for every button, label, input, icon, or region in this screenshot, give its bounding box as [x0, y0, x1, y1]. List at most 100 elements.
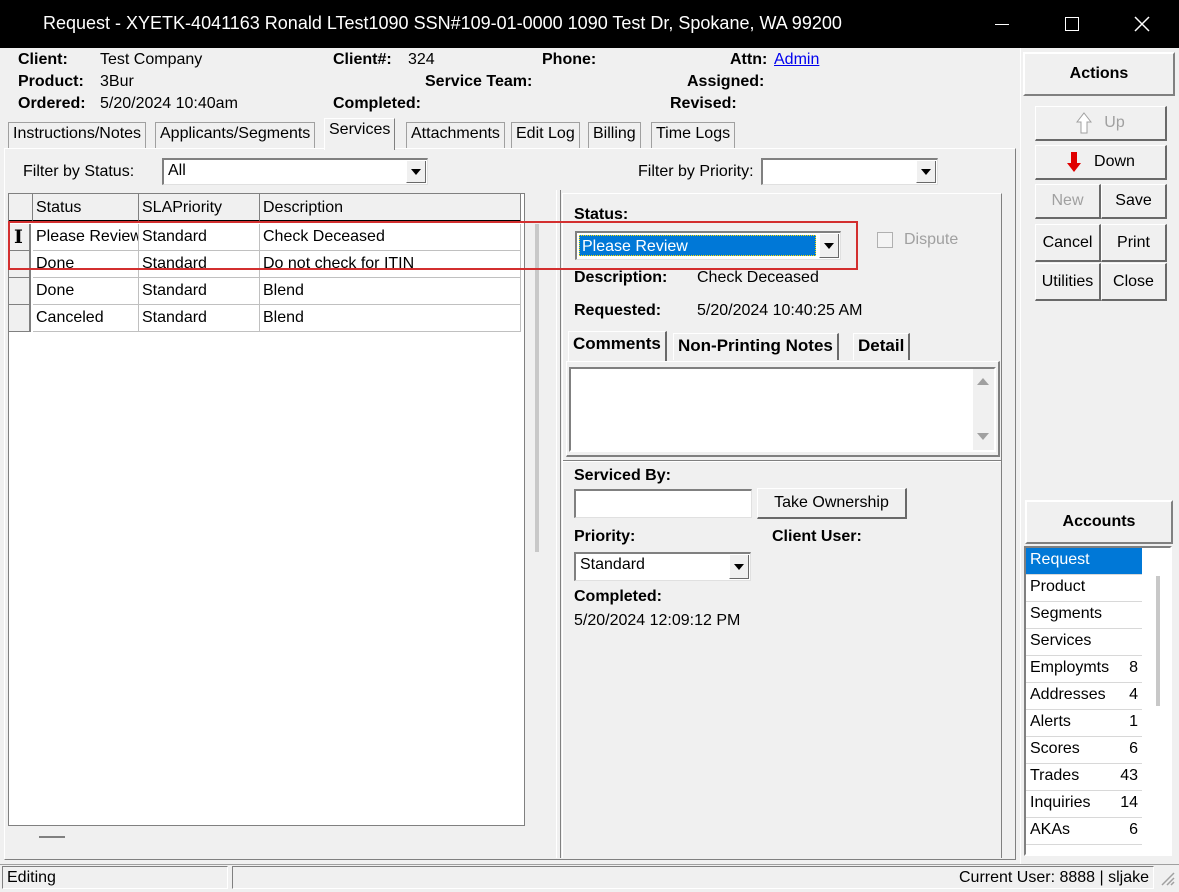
column-header-status[interactable]: Status	[33, 194, 139, 222]
tab-time-logs[interactable]: Time Logs	[651, 122, 736, 148]
filter-priority-dropdown[interactable]	[761, 158, 938, 185]
close-button[interactable]: Close	[1101, 263, 1167, 301]
accounts-item-label: Employmts	[1030, 659, 1110, 676]
table-cell-status[interactable]: Canceled	[33, 305, 139, 332]
priority-dropdown[interactable]: Standard	[574, 552, 751, 581]
save-button[interactable]: Save	[1101, 184, 1167, 219]
maximize-button[interactable]	[1037, 0, 1107, 48]
grid-scrollbar[interactable]	[535, 224, 539, 552]
serviced-by-label: Serviced By:	[574, 467, 671, 484]
priority-dropdown-value: Standard	[580, 556, 645, 573]
down-button[interactable]: Down	[1035, 145, 1167, 180]
window-title: Request - XYETK-4041163 Ronald LTest1090…	[43, 13, 842, 33]
table-cell-status[interactable]: Please Review	[33, 224, 139, 251]
tab-comments[interactable]: Comments	[568, 331, 667, 362]
tab-services[interactable]: Services	[324, 118, 396, 150]
accounts-item-scores[interactable]: Scores 6	[1026, 737, 1142, 764]
row-selector[interactable]	[9, 278, 31, 305]
accounts-item-addresses[interactable]: Addresses 4	[1026, 683, 1142, 710]
accounts-item-inquiries[interactable]: Inquiries 14	[1026, 791, 1142, 818]
accounts-list[interactable]: Request Product Segments Services Employ…	[1024, 546, 1172, 856]
grid-resize-handle[interactable]	[39, 836, 65, 838]
cancel-button[interactable]: Cancel	[1035, 224, 1101, 262]
dropdown-arrow-icon[interactable]	[729, 555, 749, 579]
row-selector[interactable]: I	[9, 224, 31, 251]
accounts-item-services[interactable]: Services	[1026, 629, 1142, 656]
tab-applicants-segments[interactable]: Applicants/Segments	[155, 122, 316, 148]
tab-attachments[interactable]: Attachments	[406, 122, 505, 148]
table-cell-priority[interactable]: Standard	[139, 305, 260, 332]
table-cell-status[interactable]: Done	[33, 251, 139, 278]
client-value: Test Company	[100, 51, 203, 68]
dropdown-arrow-icon[interactable]	[916, 161, 936, 183]
table-cell-priority[interactable]: Standard	[139, 278, 260, 305]
accounts-item-count: 43	[1120, 767, 1138, 784]
serviced-by-input[interactable]	[574, 489, 752, 518]
title-bar: Request - XYETK-4041163 Ronald LTest1090…	[0, 0, 1179, 48]
detail-panel	[562, 193, 1002, 858]
tab-detail[interactable]: Detail	[853, 333, 911, 360]
tab-non-printing-notes[interactable]: Non-Printing Notes	[673, 333, 839, 360]
accounts-item-segments[interactable]: Segments	[1026, 602, 1142, 629]
table-cell-description[interactable]: Check Deceased	[260, 224, 521, 251]
description-label: Description:	[574, 269, 668, 286]
table-cell-priority[interactable]: Standard	[139, 224, 260, 251]
up-button[interactable]: Up	[1035, 106, 1167, 141]
attn-admin-link[interactable]: Admin	[774, 51, 819, 69]
dispute-checkbox[interactable]	[877, 232, 893, 248]
dispute-label: Dispute	[904, 231, 959, 248]
comments-textarea[interactable]	[569, 367, 996, 452]
utilities-button[interactable]: Utilities	[1035, 263, 1101, 301]
accounts-item-label: Alerts	[1030, 713, 1071, 730]
dropdown-arrow-icon[interactable]	[406, 161, 426, 183]
accounts-item-alerts[interactable]: Alerts 1	[1026, 710, 1142, 737]
assigned-label: Assigned:	[687, 73, 765, 90]
client-label: Client:	[18, 51, 68, 68]
comments-scrollbar[interactable]	[973, 369, 994, 450]
minimize-button[interactable]	[967, 0, 1037, 48]
filter-priority-label: Filter by Priority:	[638, 163, 754, 180]
section-divider	[563, 460, 1001, 462]
column-header-sla-priority[interactable]: SLAPriority	[139, 194, 260, 222]
vertical-splitter[interactable]	[556, 190, 561, 858]
detail-completed-label: Completed:	[574, 588, 662, 605]
accounts-item-count: 14	[1120, 794, 1138, 811]
requested-label: Requested:	[574, 302, 662, 319]
row-selector[interactable]	[9, 251, 31, 278]
print-button[interactable]: Print	[1101, 224, 1167, 262]
table-cell-priority[interactable]: Standard	[139, 251, 260, 278]
column-header-description[interactable]: Description	[260, 194, 521, 222]
take-ownership-button[interactable]: Take Ownership	[757, 488, 907, 519]
new-button[interactable]: New	[1035, 184, 1101, 219]
text-cursor-icon: I	[14, 226, 23, 248]
table-cell-description[interactable]: Do not check for ITIN	[260, 251, 521, 278]
completed-label: Completed:	[333, 95, 421, 112]
services-grid[interactable]: Status SLAPriority Description I Please …	[8, 193, 525, 838]
scroll-down-icon[interactable]	[976, 432, 990, 442]
status-dropdown[interactable]: Please Review	[575, 231, 841, 260]
row-selector[interactable]	[9, 305, 31, 332]
scroll-up-icon[interactable]	[976, 376, 990, 386]
dropdown-arrow-icon[interactable]	[819, 234, 839, 258]
table-cell-description[interactable]: Blend	[260, 278, 521, 305]
accounts-item-akas[interactable]: AKAs 6	[1026, 818, 1142, 845]
close-window-button[interactable]	[1107, 0, 1177, 48]
accounts-item-employments[interactable]: Employmts 8	[1026, 656, 1142, 683]
accounts-item-label: AKAs	[1030, 821, 1071, 838]
table-cell-status[interactable]: Done	[33, 278, 139, 305]
accounts-item-trades[interactable]: Trades 43	[1026, 764, 1142, 791]
attn-label: Attn:	[730, 51, 768, 68]
table-cell-description[interactable]: Blend	[260, 305, 521, 332]
accounts-item-product[interactable]: Product	[1026, 575, 1142, 602]
resize-grip[interactable]	[1158, 869, 1176, 887]
tab-edit-log[interactable]: Edit Log	[511, 122, 580, 148]
tab-billing[interactable]: Billing	[588, 122, 641, 148]
description-value: Check Deceased	[697, 269, 819, 286]
tab-instructions-notes[interactable]: Instructions/Notes	[8, 122, 147, 148]
accounts-item-request[interactable]: Request	[1026, 548, 1142, 575]
requested-value: 5/20/2024 10:40:25 AM	[697, 302, 863, 319]
status-mode: Editing	[2, 866, 228, 889]
service-team-label: Service Team:	[425, 73, 533, 90]
filter-status-dropdown[interactable]: All	[162, 158, 428, 185]
accounts-scrollbar[interactable]	[1156, 576, 1160, 706]
